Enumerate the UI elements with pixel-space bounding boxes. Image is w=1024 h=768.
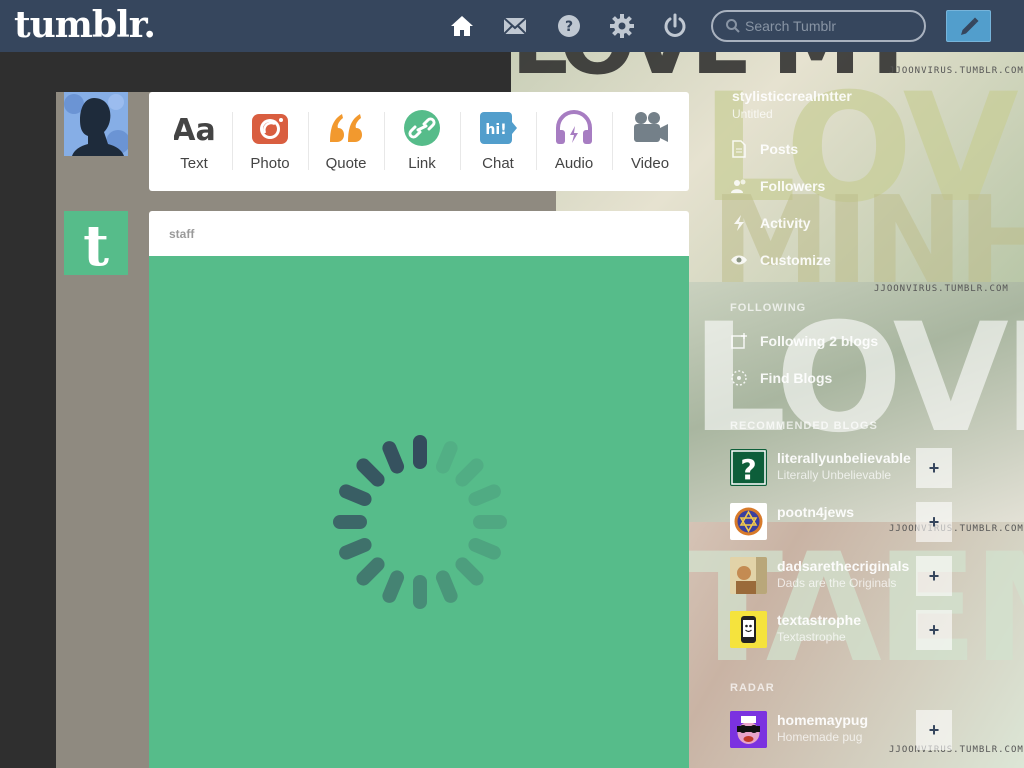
post-type-text-button[interactable]: Aa Text: [156, 92, 232, 191]
video-camera-icon: [630, 110, 670, 146]
plus-icon: +: [928, 512, 940, 532]
recommended-blog-avatar[interactable]: [730, 611, 767, 648]
recommended-blog-title: Literally Unbelievable: [777, 468, 892, 482]
sidebar-item-customize[interactable]: Customize: [760, 252, 831, 268]
post-content: [149, 256, 689, 768]
pug-icon: [730, 711, 767, 748]
post-type-video-button[interactable]: Video: [612, 92, 688, 191]
sidebar-item-followers[interactable]: Followers: [760, 178, 825, 194]
plus-icon: +: [928, 458, 940, 478]
post-type-label: Video: [630, 155, 670, 172]
post-author[interactable]: staff: [169, 227, 194, 241]
follow-button[interactable]: +: [916, 710, 952, 750]
svg-text:?: ?: [565, 19, 573, 35]
post-type-photo-button[interactable]: Photo: [232, 92, 308, 191]
home-icon[interactable]: [448, 12, 476, 40]
recommended-blog-name[interactable]: literallyunbelievable: [777, 450, 911, 466]
camera-icon: [250, 110, 290, 146]
post-type-label: Chat: [482, 155, 514, 172]
svg-text:?: ?: [740, 453, 756, 486]
svg-text:hi!: hi!: [485, 122, 506, 138]
question-mark-icon: ?: [731, 450, 766, 486]
plus-icon: +: [928, 620, 940, 640]
recommended-blog-name[interactable]: textastrophe: [777, 612, 861, 628]
recommended-blog-name[interactable]: pootn4jews: [777, 504, 854, 520]
recommended-blog-title: Textastrophe: [777, 630, 846, 644]
eye-icon: [730, 251, 748, 269]
sidebar: stylisticcrealmtter Untitled Posts Follo…: [700, 52, 1024, 768]
plus-icon: +: [928, 566, 940, 586]
compose-button[interactable]: [946, 10, 991, 42]
sidebar-item-activity[interactable]: Activity: [760, 215, 811, 231]
follow-button[interactable]: +: [916, 502, 952, 542]
sidebar-item-following[interactable]: Following 2 blogs: [760, 333, 878, 349]
compass-icon: [730, 369, 748, 387]
svg-text:t: t: [83, 213, 109, 275]
svg-text:Aa: Aa: [174, 113, 214, 146]
chat-icon: hi!: [478, 110, 518, 146]
recommended-blog-avatar[interactable]: [730, 503, 767, 540]
following-icon: [730, 332, 748, 350]
silhouette-icon: [64, 92, 128, 156]
following-heading: FOLLOWING: [730, 302, 807, 314]
radar-heading: RADAR: [730, 682, 775, 694]
text-icon: Aa: [174, 110, 214, 146]
sidebar-item-posts[interactable]: Posts: [760, 141, 798, 157]
search-icon: [725, 18, 741, 34]
recommended-blog-name[interactable]: dadsarethecriginals: [777, 558, 909, 574]
post-type-audio-button[interactable]: Audio: [536, 92, 612, 191]
recommended-blog-avatar[interactable]: [730, 557, 767, 594]
headphones-icon: [554, 110, 594, 146]
post-header: staff: [149, 211, 689, 256]
radar-blog-title: Homemade pug: [777, 730, 863, 744]
loading-spinner-icon: [333, 435, 507, 609]
recommended-heading: RECOMMENDED BLOGS: [730, 420, 878, 432]
blog-title: Untitled: [732, 107, 773, 121]
post-type-link-button[interactable]: Link: [384, 92, 460, 191]
post-type-label: Link: [408, 155, 436, 172]
search-bar[interactable]: [711, 10, 926, 42]
staff-avatar[interactable]: t: [64, 211, 128, 279]
post-type-label: Quote: [325, 155, 367, 172]
help-icon[interactable]: ?: [555, 12, 583, 40]
top-navigation-bar: tumblr. ?: [0, 0, 1024, 52]
activity-icon: [730, 214, 748, 232]
link-icon: [402, 110, 442, 146]
radar-blog-avatar[interactable]: [730, 711, 767, 748]
sidebar-item-find-blogs[interactable]: Find Blogs: [760, 370, 832, 386]
post-type-label: Audio: [554, 155, 594, 172]
plus-icon: +: [928, 720, 940, 740]
blog-name[interactable]: stylisticcrealmtter: [732, 88, 852, 104]
radar-blog-name[interactable]: homemaypug: [777, 712, 868, 728]
tumblr-logo[interactable]: tumblr.: [14, 4, 156, 46]
logout-icon[interactable]: [661, 12, 689, 40]
tumblr-t-icon: t: [83, 213, 109, 279]
pencil-icon: [961, 17, 979, 35]
follow-button[interactable]: +: [916, 448, 952, 488]
recommended-blog-title: Dads are the Originals: [777, 576, 897, 590]
photo-thumbnail-icon: [730, 557, 767, 594]
post-type-chat-button[interactable]: hi! Chat: [460, 92, 536, 191]
follow-button[interactable]: +: [916, 556, 952, 596]
star-of-david-icon: [734, 507, 763, 536]
recommended-blog-avatar[interactable]: ?: [730, 449, 767, 486]
document-icon: [730, 140, 748, 158]
quote-icon: [326, 110, 366, 146]
post-type-label: Photo: [250, 155, 290, 172]
post-type-label: Text: [180, 155, 208, 172]
settings-icon[interactable]: [608, 12, 636, 40]
inbox-icon[interactable]: [501, 12, 529, 40]
user-avatar[interactable]: [64, 92, 128, 156]
follow-button[interactable]: +: [916, 610, 952, 650]
search-input[interactable]: [745, 16, 915, 36]
post-type-quote-button[interactable]: Quote: [308, 92, 384, 191]
followers-icon: [730, 177, 748, 195]
phone-face-icon: [730, 611, 767, 648]
post-type-bar: Aa Text Photo Quote Link hi! Chat Audio …: [149, 92, 689, 191]
